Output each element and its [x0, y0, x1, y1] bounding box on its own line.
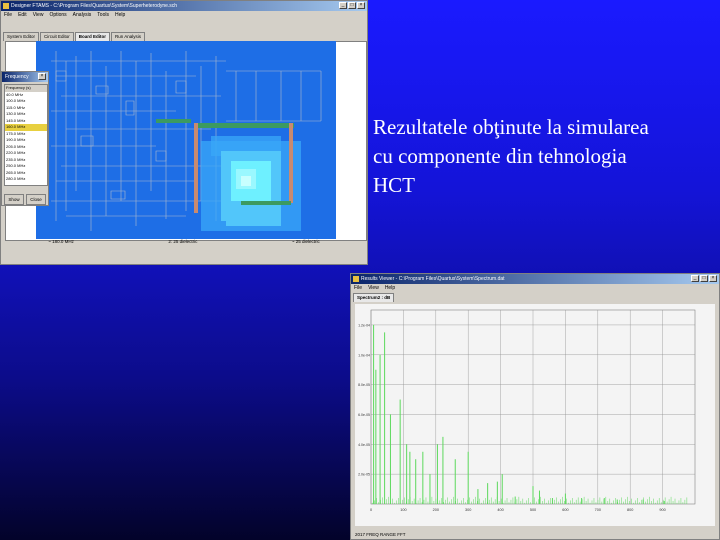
menu-edit[interactable]: Edit [18, 11, 27, 20]
maximize-button[interactable]: □ [348, 2, 356, 9]
caption-line-3: HCT [373, 173, 415, 197]
menu-view[interactable]: View [33, 11, 44, 20]
results-status-bar: 2017 FREQ RANGE FFT [351, 531, 719, 539]
close-panel-button[interactable]: Close [26, 194, 46, 205]
field-distribution [201, 136, 301, 231]
designer-title-bar[interactable]: Designer FTAMS - C:\Program Files\Quartu… [1, 1, 367, 11]
designer-title: Designer FTAMS - C:\Program Files\Quartu… [11, 3, 178, 9]
x-tick-label: 400 [497, 508, 503, 512]
slide-caption: Rezultatele obţinute la simularea cu com… [373, 113, 713, 200]
x-tick-label: 200 [433, 508, 439, 512]
results-menu-file[interactable]: File [354, 284, 362, 293]
results-menu-bar: File View Help [351, 284, 719, 293]
designer-menu-bar: File Edit View Options Analysis Tools He… [1, 11, 367, 20]
results-menu-help[interactable]: Help [385, 284, 395, 293]
x-tick-label: 300 [465, 508, 471, 512]
app-icon [3, 3, 9, 9]
x-tick-label: 800 [627, 508, 633, 512]
status-dielectric-2: ~ 25 dielectric [291, 239, 320, 244]
menu-file[interactable]: File [4, 11, 12, 20]
y-tick-label: 1.2e-04 [358, 323, 370, 327]
y-tick-label: 4.0e-05 [358, 443, 370, 447]
y-tick-label: 6.0e-05 [358, 413, 370, 417]
frequency-item[interactable]: 280.0 MHz [5, 176, 47, 183]
results-title: Results Viewer - C:\Program Files\Quartu… [361, 276, 505, 282]
results-minimize-button[interactable]: _ [691, 275, 699, 282]
x-tick-label: 600 [562, 508, 568, 512]
caption-line-1: Rezultatele obţinute la simularea [373, 115, 649, 139]
x-tick-label: 100 [400, 508, 406, 512]
results-app-icon [353, 276, 359, 282]
y-tick-label: 2.0e-05 [358, 473, 370, 477]
results-tabs: Spectrum2 : dB [351, 293, 719, 302]
frequency-panel: Frequency × Frequency (s) 40.0 MHz 100.0 … [1, 71, 49, 206]
results-close-button[interactable]: × [709, 275, 717, 282]
results-window: Results Viewer - C:\Program Files\Quartu… [350, 273, 720, 540]
frequency-panel-title: Frequency [5, 74, 29, 80]
results-status: 2017 FREQ RANGE FFT [355, 532, 406, 537]
designer-tabs: System Editor Circuit Editor Board Edito… [1, 32, 367, 41]
tab-board-editor[interactable]: Board Editor [74, 32, 111, 41]
x-tick-label: 500 [530, 508, 536, 512]
designer-status-bar: ~ 180.0 MHz 2: 25 dielectric ~ 25 dielec… [1, 238, 367, 246]
tab-run-analysis[interactable]: Run Analysis [111, 32, 146, 41]
tab-circuit-editor[interactable]: Circuit Editor [40, 32, 74, 41]
frequency-list[interactable]: Frequency (s) 40.0 MHz 100.0 MHz 115.0 MHz… [4, 84, 48, 186]
x-tick-label: 0 [370, 508, 372, 512]
menu-tools[interactable]: Tools [97, 11, 109, 20]
x-tick-label: 700 [595, 508, 601, 512]
x-tick-label: 900 [659, 508, 665, 512]
frequency-panel-title-bar[interactable]: Frequency × [2, 72, 48, 82]
menu-analysis[interactable]: Analysis [73, 11, 92, 20]
designer-window: Designer FTAMS - C:\Program Files\Quartu… [0, 0, 368, 265]
show-button[interactable]: Show [4, 194, 24, 205]
board-view[interactable] [36, 41, 336, 239]
frequency-panel-close[interactable]: × [38, 73, 46, 80]
y-tick-label: 8.0e-05 [358, 383, 370, 387]
menu-help[interactable]: Help [115, 11, 125, 20]
tab-system-editor[interactable]: System Editor [3, 32, 40, 41]
results-menu-view[interactable]: View [368, 284, 379, 293]
menu-options[interactable]: Options [49, 11, 66, 20]
status-frequency: ~ 180.0 MHz [48, 239, 74, 244]
results-maximize-button[interactable]: □ [700, 275, 708, 282]
close-button[interactable]: × [357, 2, 365, 9]
status-dielectric-1: 2: 25 dielectric [168, 239, 198, 244]
caption-line-2: cu componente din tehnologia [373, 144, 627, 168]
spectrum-chart: 1.2e-04 1.0e-04 8.0e-05 6.0e-05 4.0e-05 2.0e-… [355, 304, 715, 526]
results-title-bar[interactable]: Results Viewer - C:\Program Files\Quartu… [351, 274, 719, 284]
y-tick-label: 1.0e-04 [358, 353, 370, 357]
tab-spectrum[interactable]: Spectrum2 : dB [353, 293, 395, 302]
minimize-button[interactable]: _ [339, 2, 347, 9]
